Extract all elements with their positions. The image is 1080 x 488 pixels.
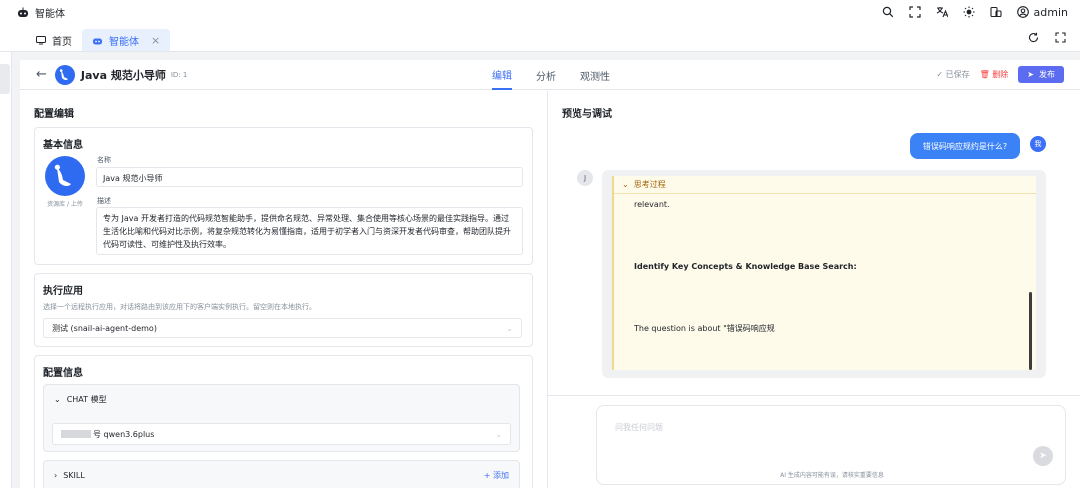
- left-rail: [0, 52, 12, 488]
- tab-close-icon[interactable]: ×: [151, 34, 160, 47]
- skill-label: SKILL: [63, 470, 85, 480]
- brand-label: 智能体: [35, 8, 65, 20]
- nav-observability[interactable]: 观测性: [580, 60, 610, 90]
- chat-model-value: 号 qwen3.6plus: [93, 429, 155, 439]
- chat-model-section: ⌄ CHAT 模型 号 qwen3.6plus ⌄: [43, 384, 520, 452]
- chevron-down-icon: ⌄: [54, 394, 61, 404]
- name-label: 名称: [97, 156, 111, 164]
- send-icon: ➤: [1039, 451, 1047, 461]
- chevron-down-icon: ⌄: [506, 323, 513, 333]
- thinking-line: The question is about "错误码响应规: [634, 324, 775, 333]
- chat-input-placeholder: 问我任何问题: [615, 423, 663, 432]
- exec-app-title: 执行应用: [43, 286, 83, 297]
- saved-label: 已保存: [945, 70, 970, 79]
- monitor-icon: [36, 35, 46, 45]
- chat-model-label: CHAT 模型: [66, 394, 107, 404]
- robot-icon: [92, 36, 103, 45]
- avatar-caption: 资源库 / 上传: [47, 201, 83, 208]
- config-info-title: 配置信息: [43, 368, 83, 379]
- skill-section: › SKILL + 添加: [43, 460, 520, 488]
- expand-icon[interactable]: [1055, 32, 1066, 43]
- exec-app-hint: 选择一个远程执行应用，对话将路由到该应用下的客户端实例执行。留空则在本地执行。: [43, 303, 316, 311]
- exec-app-value: 测试 (snail-ai-agent-demo): [52, 323, 157, 333]
- agent-avatar-upload[interactable]: [45, 156, 85, 199]
- delete-button[interactable]: 🗑 删除: [980, 69, 1009, 80]
- thinking-line: Identify Key Concepts & Knowledge Base S…: [634, 262, 857, 271]
- sun-icon[interactable]: [963, 6, 975, 18]
- description-textarea[interactable]: 专为 Java 开发者打造的代码规范智能助手，提供命名规范、异常处理、集合使用等…: [96, 207, 523, 255]
- config-title: 配置编辑: [34, 109, 74, 120]
- agent-answer: ⌄ 思考过程 relevant. Identify Key Concepts &…: [602, 170, 1046, 378]
- chat-model-select[interactable]: 号 qwen3.6plus ⌄: [52, 423, 511, 445]
- preview-title: 预览与调试: [562, 109, 612, 120]
- divider: [548, 395, 1080, 396]
- robot-logo-icon: [16, 7, 30, 18]
- top-bar: 智能体 admin: [0, 0, 1080, 24]
- chat-model-header[interactable]: ⌄ CHAT 模型: [44, 385, 519, 413]
- agent-avatar-icon: [54, 64, 75, 85]
- name-input[interactable]: Java 规范小导师: [96, 167, 523, 187]
- nav-edit[interactable]: 编辑: [492, 60, 512, 90]
- config-info-card: 配置信息 ⌄ CHAT 模型 号 qwen3.6plus ⌄ › SKILL +…: [34, 355, 533, 488]
- config-panel: 配置编辑 基本信息 资源库 / 上传 名称 Java 规范小导师 描述 专为 J…: [20, 91, 548, 488]
- translate-icon[interactable]: [936, 6, 948, 18]
- thinking-panel: ⌄ 思考过程 relevant. Identify Key Concepts &…: [612, 176, 1036, 370]
- basic-info-card: 基本信息 资源库 / 上传 名称 Java 规范小导师 描述 专为 Java 开…: [34, 127, 533, 265]
- rail-active-marker[interactable]: [0, 64, 10, 94]
- back-arrow-icon[interactable]: ←: [36, 67, 47, 82]
- add-skill-button[interactable]: + 添加: [484, 470, 509, 481]
- user-message-bubble: 错误码响应规约是什么?: [910, 133, 1020, 159]
- exec-app-select[interactable]: 测试 (snail-ai-agent-demo) ⌄: [43, 318, 522, 338]
- tab-bar: 首页 智能体 ×: [0, 24, 1080, 52]
- basic-info-title: 基本信息: [43, 140, 83, 151]
- agent-editor: ← Java 规范小导师 ID: 1 编辑 分析 观测性 ✓ 已保存 🗑 删除 …: [20, 60, 1080, 488]
- publish-label: 发布: [1039, 70, 1055, 79]
- exec-app-card: 执行应用 选择一个远程执行应用，对话将路由到该应用下的客户端实例执行。留空则在本…: [34, 273, 533, 347]
- nav-analysis[interactable]: 分析: [536, 60, 556, 90]
- thinking-line: relevant.: [634, 200, 670, 209]
- skill-header[interactable]: › SKILL + 添加: [44, 461, 519, 488]
- tab-home[interactable]: 首页: [26, 29, 82, 51]
- agent-header: ← Java 规范小导师 ID: 1 编辑 分析 观测性 ✓ 已保存 🗑 删除 …: [20, 60, 1080, 90]
- thinking-toggle[interactable]: ⌄ 思考过程: [614, 176, 1036, 194]
- check-icon: ✓: [936, 70, 946, 79]
- desc-label: 描述: [97, 197, 111, 205]
- agent-avatar: J: [577, 170, 593, 186]
- tab-agent-label: 智能体: [109, 36, 139, 48]
- user-name: admin: [1033, 5, 1068, 19]
- send-icon: ➤: [1027, 70, 1034, 79]
- theme-icon[interactable]: [989, 6, 1002, 18]
- tab-home-label: 首页: [52, 36, 72, 48]
- trash-icon: 🗑: [979, 70, 993, 79]
- saved-status: ✓ 已保存: [936, 69, 969, 80]
- preview-panel: 预览与调试 错误码响应规约是什么? 我 J ⌄ 思考过程 relevant. I…: [548, 91, 1080, 488]
- chat-input[interactable]: 问我任何问题 ➤ AI 生成内容可能有误，请核实重要信息: [596, 405, 1066, 485]
- agent-large-avatar-icon: [45, 156, 85, 196]
- ai-disclaimer: AI 生成内容可能有误，请核实重要信息: [780, 472, 884, 479]
- refresh-icon[interactable]: [1028, 32, 1039, 43]
- publish-button[interactable]: ➤ 发布: [1018, 66, 1064, 83]
- agent-title: Java 规范小导师: [80, 68, 166, 82]
- search-icon[interactable]: [882, 6, 894, 18]
- user-avatar: 我: [1030, 136, 1046, 152]
- user-menu[interactable]: admin: [1016, 5, 1068, 19]
- agent-id: ID: 1: [170, 70, 188, 79]
- thinking-scrollbar[interactable]: [1029, 292, 1032, 370]
- thinking-label: 思考过程: [633, 180, 666, 189]
- fullscreen-icon[interactable]: [908, 6, 921, 18]
- chevron-down-icon: ⌄: [495, 429, 502, 439]
- chevron-down-icon: ⌄: [622, 180, 629, 189]
- tab-agent[interactable]: 智能体 ×: [82, 29, 171, 51]
- delete-label: 删除: [992, 70, 1009, 79]
- send-button[interactable]: ➤: [1033, 446, 1053, 466]
- blurred-provider-text: [61, 430, 91, 438]
- chevron-right-icon: ›: [54, 470, 58, 480]
- user-avatar-icon: [1016, 6, 1029, 18]
- brand[interactable]: 智能体: [16, 5, 65, 20]
